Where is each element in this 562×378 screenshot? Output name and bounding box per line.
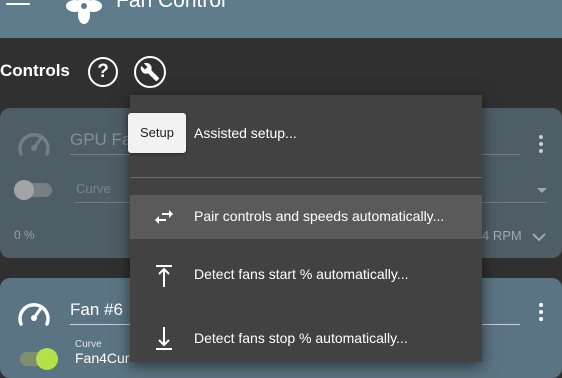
question-mark-icon: ? — [97, 61, 109, 82]
setup-button[interactable] — [134, 56, 166, 88]
arrow-up-bar-icon — [156, 265, 172, 287]
wrench-icon — [140, 62, 160, 82]
swap-arrows-icon — [155, 210, 173, 224]
fan-logo-icon — [66, 0, 102, 24]
arrow-down-bar-icon — [156, 327, 172, 350]
menu-item-label: Assisted setup... — [194, 125, 297, 141]
app-bar: Fan Control — [0, 0, 562, 38]
menu-item-detect-start[interactable]: Detect fans start % automatically... — [130, 253, 482, 297]
menu-item-detect-stop[interactable]: Detect fans stop % automatically... — [130, 317, 482, 361]
menu-item-label: Detect fans stop % automatically... — [194, 330, 408, 346]
enable-toggle[interactable] — [20, 348, 58, 370]
curve-label: Curve — [75, 339, 102, 350]
menu-item-label: Pair controls and speeds automatically..… — [194, 208, 445, 224]
more-options-icon[interactable] — [539, 303, 543, 324]
hamburger-menu-icon[interactable] — [6, 0, 30, 12]
curve-select[interactable]: Fan4Cur — [75, 350, 129, 366]
setup-tooltip: Setup — [128, 113, 186, 153]
gauge-icon — [18, 303, 50, 326]
fan-name[interactable]: Fan #6 — [70, 300, 123, 320]
app-title: Fan Control — [116, 0, 226, 12]
page-title: Controls — [0, 61, 70, 80]
help-button[interactable]: ? — [88, 57, 118, 87]
menu-item-label: Detect fans start % automatically... — [194, 266, 409, 282]
menu-divider — [130, 177, 482, 178]
menu-item-pair-controls[interactable]: Pair controls and speeds automatically..… — [130, 195, 482, 239]
